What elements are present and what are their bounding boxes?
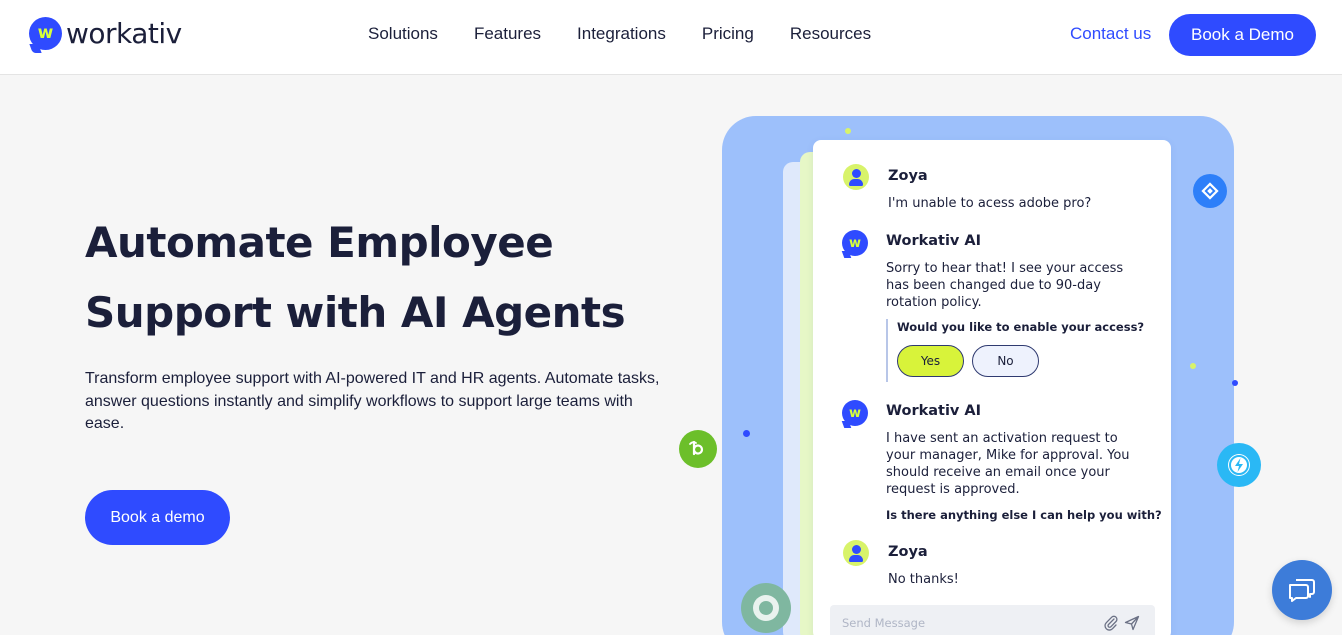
yes-button[interactable]: Yes [897,345,964,377]
workativ-bot-avatar-icon: w [842,230,868,256]
message-sender: Zoya [888,544,928,560]
contact-us-link[interactable]: Contact us [1070,24,1151,44]
message-input[interactable] [842,616,1082,630]
bamboohr-icon [679,430,717,468]
chat-widget-button[interactable] [1272,560,1332,620]
message-sender: Workativ AI [886,233,982,249]
confirmation-question: Would you like to enable your access? [897,320,1145,334]
hero-title: Automate Employee Support with AI Agents [85,208,645,348]
message-text: I have sent an activation request to you… [886,431,1130,497]
book-demo-hero-button[interactable]: Book a demo [85,490,230,545]
attach-icon[interactable] [1103,615,1119,631]
message-text: No thanks! [888,572,959,587]
agent-avatar-icon [741,583,791,633]
logo-mark-icon: w [29,17,62,50]
workativ-logo[interactable]: w workativ [29,17,182,50]
decor-dot [1232,380,1238,386]
message-text: Sorry to hear that! I see your access ha… [886,261,1124,310]
decor-dot [1190,363,1196,369]
decor-dot [743,430,750,437]
hero-subtitle: Transform employee support with AI-power… [85,370,660,432]
decor-dot [845,128,851,134]
site-header: w workativ Solutions Features Integratio… [0,0,1342,75]
message-input-bar [830,605,1155,635]
hero-title-line2: Support with AI Agents [85,288,626,337]
chat-bubbles-icon [1289,579,1315,602]
zapier-icon [1217,443,1261,487]
hero-title-line1: Automate Employee [85,218,554,267]
message-sender: Workativ AI [886,403,982,419]
message-text: I'm unable to acess adobe pro? [888,196,1092,211]
user-avatar-icon [843,164,869,190]
main-nav: Solutions Features Integrations Pricing … [368,24,907,44]
logo-text: workativ [66,17,182,50]
user-avatar-icon [843,540,869,566]
nav-solutions[interactable]: Solutions [368,24,438,44]
nav-resources[interactable]: Resources [790,24,871,44]
send-icon[interactable] [1124,615,1140,631]
nav-pricing[interactable]: Pricing [702,24,754,44]
workativ-bot-avatar-icon: w [842,400,868,426]
no-button[interactable]: No [972,345,1039,377]
nav-integrations[interactable]: Integrations [577,24,666,44]
message-sender: Zoya [888,168,928,184]
followup-question: Is there anything else I can help you wi… [886,508,1162,522]
chat-card [813,140,1171,635]
nav-features[interactable]: Features [474,24,541,44]
jira-icon [1193,174,1227,208]
book-demo-header-button[interactable]: Book a Demo [1169,14,1316,56]
